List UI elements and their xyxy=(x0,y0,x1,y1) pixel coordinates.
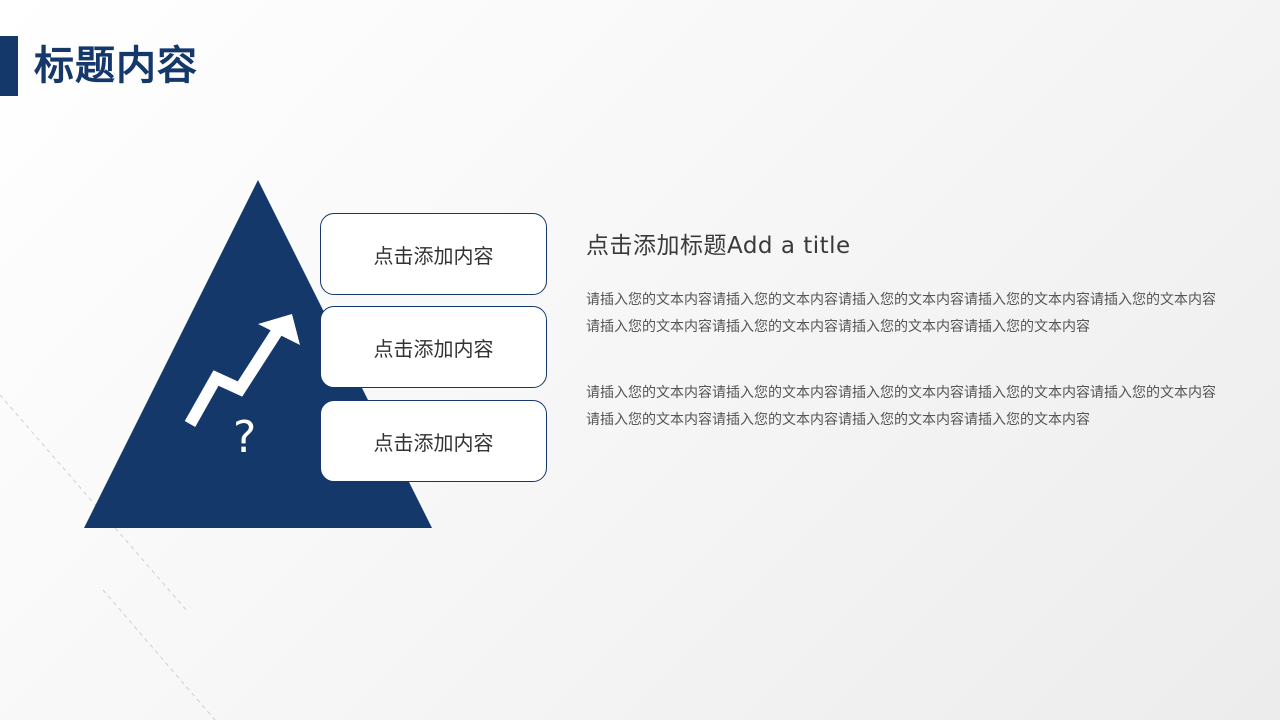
item-box-3-label: 点击添加内容 xyxy=(373,430,494,455)
question-mark-icon: ? xyxy=(233,412,256,463)
section-heading: 点击添加标题Add a title xyxy=(586,233,851,259)
body-paragraph-2: 请插入您的文本内容请插入您的文本内容请插入您的文本内容请插入您的文本内容请插入您… xyxy=(586,385,1216,428)
item-box-1[interactable]: 点击添加内容 xyxy=(320,213,547,295)
item-box-2[interactable]: 点击添加内容 xyxy=(320,306,547,388)
item-box-1-label: 点击添加内容 xyxy=(373,243,494,268)
item-box-2-label: 点击添加内容 xyxy=(373,336,494,361)
item-box-3[interactable]: 点击添加内容 xyxy=(320,400,547,482)
body-paragraph-1: 请插入您的文本内容请插入您的文本内容请插入您的文本内容请插入您的文本内容请插入您… xyxy=(586,292,1216,335)
